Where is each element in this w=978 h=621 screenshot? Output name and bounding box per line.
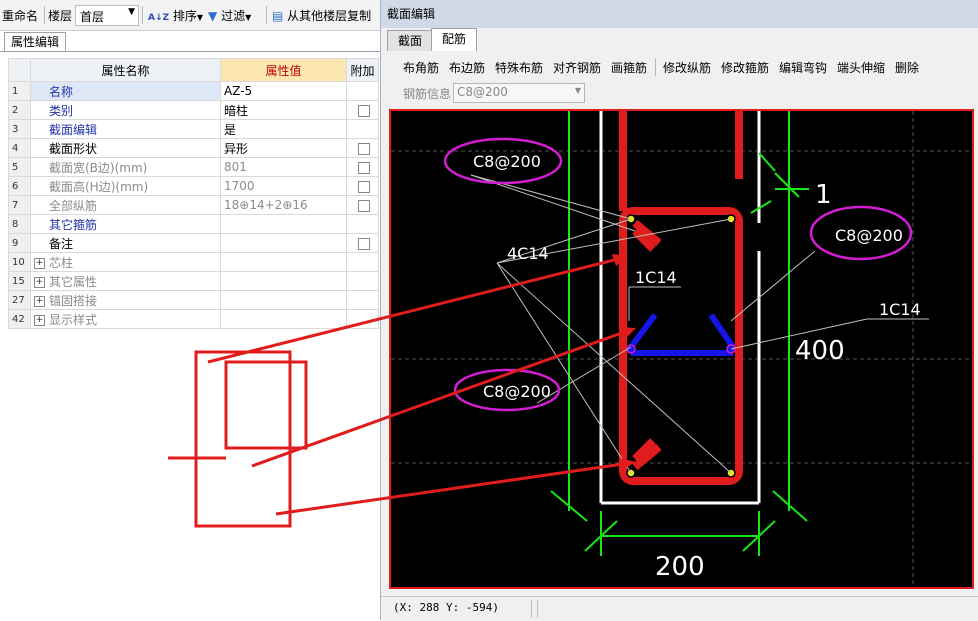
- tie-rebar: [628, 313, 736, 356]
- longitudinal-bars: [626, 214, 736, 478]
- dimension-width: 200: [655, 552, 705, 582]
- rebar-toolbar: 布角筋 布边筋 特殊布筋 对齐钢筋 画箍筋 修改纵筋 修改箍筋 编辑弯钩 端头伸…: [389, 56, 974, 78]
- rebar-info-row: 钢筋信息 C8@200 ▼: [389, 82, 689, 104]
- dimension-height: 400: [795, 336, 845, 366]
- rebar-info-combo[interactable]: C8@200 ▼: [453, 83, 585, 103]
- toolbar-divider: [655, 58, 656, 76]
- guide-lines: [391, 111, 972, 587]
- side-bar-label-left: 1C14: [635, 268, 677, 287]
- tab-rebar[interactable]: 配筋: [431, 28, 478, 51]
- drawing-labels: C8@200 C8@200 C8@200 4C14 1C14 1C14 200 …: [473, 152, 921, 582]
- stirrup-label-top-left: C8@200: [473, 152, 541, 171]
- corner-bar-label: 4C14: [507, 244, 549, 263]
- cursor-coordinates: (X: 288 Y: -594): [393, 601, 499, 614]
- stirrup-label-bottom-left: C8@200: [483, 382, 551, 401]
- edge-rebar-button[interactable]: 布边筋: [449, 59, 485, 76]
- stirrup-label-right: C8@200: [835, 226, 903, 245]
- dimension-small: 1: [815, 180, 832, 210]
- end-stretch-button[interactable]: 端头伸缩: [837, 59, 885, 76]
- status-divider: [537, 600, 538, 618]
- status-bar: (X: 288 Y: -594): [381, 596, 978, 621]
- status-divider: [531, 600, 532, 618]
- edit-hook-button[interactable]: 编辑弯钩: [779, 59, 827, 76]
- label-highlights: [443, 137, 913, 412]
- draw-stirrup-button[interactable]: 画箍筋: [611, 59, 647, 76]
- rebar-info-value: C8@200: [457, 85, 508, 99]
- dimension-lines: [550, 111, 809, 556]
- rebar-info-label: 钢筋信息: [403, 87, 452, 101]
- leader-lines: [470, 174, 929, 474]
- delete-button[interactable]: 删除: [895, 59, 919, 76]
- annotation-rect-outer: [194, 350, 292, 528]
- tab-section[interactable]: 截面: [387, 30, 434, 51]
- modify-stirrup-button[interactable]: 修改箍筋: [721, 59, 769, 76]
- stirrup-rebar: [619, 111, 743, 485]
- drawing-canvas[interactable]: C8@200 C8@200 C8@200 4C14 1C14 1C14 200 …: [389, 109, 974, 589]
- special-rebar-button[interactable]: 特殊布筋: [495, 59, 543, 76]
- modify-longitudinal-button[interactable]: 修改纵筋: [663, 59, 711, 76]
- section-edit-dialog: 截面编辑 截面 配筋 布角筋 布边筋 特殊布筋 对齐钢筋 画箍筋 修改纵筋 修改…: [380, 0, 978, 621]
- annotation-overlay: [168, 350, 308, 528]
- align-rebar-button[interactable]: 对齐钢筋: [553, 59, 601, 76]
- dialog-title: 截面编辑: [381, 0, 978, 28]
- chevron-down-icon: ▼: [574, 86, 581, 95]
- outer-stirrup: [619, 207, 743, 485]
- side-bar-label-right: 1C14: [879, 300, 921, 319]
- corner-rebar-button[interactable]: 布角筋: [403, 59, 439, 76]
- section-drawing: C8@200 C8@200 C8@200 4C14 1C14 1C14 200 …: [391, 111, 972, 587]
- annotation-rect-inner: [224, 360, 308, 450]
